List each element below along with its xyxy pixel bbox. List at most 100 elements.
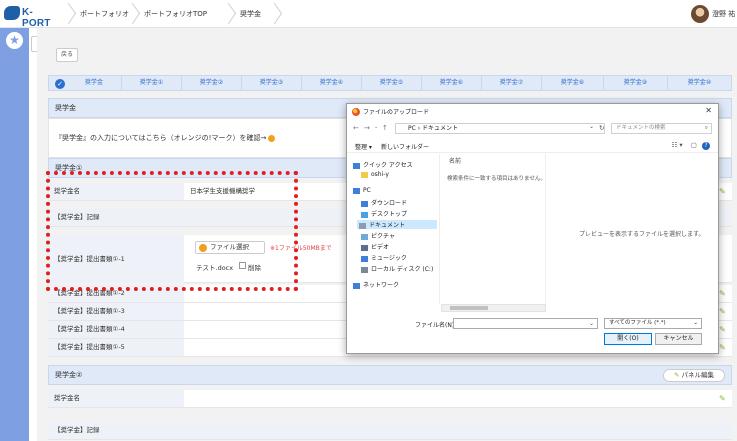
search-input[interactable]: ドキュメントの検索 ⌕ — [611, 123, 712, 134]
help-icon[interactable]: ? — [702, 142, 710, 150]
user-menu[interactable]: 澄野 祐 — [691, 5, 735, 23]
pictures-icon — [361, 233, 368, 240]
field-label: 【奨学金】提出書類①-3 — [48, 303, 184, 320]
view-options-icon[interactable]: ☷ ▾ — [672, 141, 683, 149]
video-icon — [361, 244, 368, 251]
address-bar[interactable]: PC › ドキュメント — [395, 123, 605, 134]
up-arrow-icon[interactable]: ↑ — [382, 124, 388, 132]
pencil-icon[interactable]: ✎ — [719, 187, 728, 196]
music-icon — [361, 255, 368, 262]
breadcrumb-separator-icon — [126, 4, 136, 24]
nav-item-pc[interactable]: PC — [353, 187, 371, 194]
orange-info-icon[interactable] — [268, 134, 276, 142]
search-icon: ⌕ — [704, 125, 708, 131]
row-scholarship-name-2: 奨学金名 ✎ — [48, 390, 732, 408]
file-upload-dialog: ファイルのアップロード ✕ ← → ⌄ ↑ PC › ドキュメント ⌄ ↻ ドキ… — [346, 103, 719, 354]
top-header: K-PORT ポートフォリオ ポートフォリオTOP 奨学金 澄野 祐 — [0, 0, 737, 29]
new-folder-button[interactable]: 新しいフォルダー — [381, 142, 429, 151]
tab-scholarship-1[interactable]: 奨学金① — [121, 76, 181, 90]
organize-button[interactable]: 整理 ▾ — [355, 142, 372, 151]
star-icon[interactable]: ★ — [6, 32, 23, 49]
tab-scholarship-8[interactable]: 奨学金⑧ — [541, 76, 603, 90]
scholarship-tabs: ✓ 奨学金 奨学金① 奨学金② 奨学金③ 奨学金④ 奨学金⑤ 奨学金⑥ 奨学金⑦… — [48, 75, 732, 91]
nav-label: ピクチャ — [371, 233, 395, 240]
kport-logo[interactable]: K-PORT — [4, 5, 56, 29]
field-label: 【奨学金】提出書類①-4 — [48, 321, 184, 338]
pencil-icon[interactable]: ✎ — [719, 325, 728, 334]
nav-item-network[interactable]: ネットワーク — [353, 280, 399, 289]
pencil-icon[interactable]: ✎ — [719, 307, 728, 316]
open-button[interactable]: 開く(O) — [604, 333, 652, 345]
section-header-scholarship-2: 奨学金② ✎ パネル編集 — [48, 365, 732, 385]
tab-scholarship-4[interactable]: 奨学金④ — [301, 76, 361, 90]
left-sidebar: ★ — [0, 28, 29, 441]
back-arrow-icon[interactable]: ← — [353, 124, 359, 132]
nav-item-music[interactable]: ミュージック — [361, 253, 407, 262]
preview-message: プレビューを表示するファイルを選択します。 — [579, 231, 705, 238]
nav-item-documents[interactable]: ドキュメント — [357, 220, 437, 229]
scrollbar-thumb[interactable] — [450, 306, 488, 310]
column-header-name[interactable]: 名前 — [449, 156, 461, 165]
forward-arrow-icon[interactable]: → — [364, 124, 370, 132]
nav-item-desktop[interactable]: デスクトップ — [361, 209, 407, 218]
nav-label: ドキュメント — [369, 222, 406, 229]
nav-label: ミュージック — [371, 255, 407, 262]
firefox-icon — [352, 108, 360, 116]
desktop-icon — [361, 211, 368, 218]
network-icon — [353, 282, 360, 289]
chevron-down-icon: ⌄ — [693, 320, 698, 326]
horizontal-scrollbar[interactable] — [441, 304, 546, 312]
pencil-icon[interactable]: ✎ — [719, 289, 728, 298]
tab-scholarship-3[interactable]: 奨学金③ — [241, 76, 301, 90]
tab-scholarship-2[interactable]: 奨学金② — [181, 76, 241, 90]
nav-item-videos[interactable]: ビデオ — [361, 242, 389, 251]
tab-scholarship-10[interactable]: 奨学金⑩ — [667, 76, 731, 90]
tab-scholarship-6[interactable]: 奨学金⑥ — [421, 76, 481, 90]
nav-label: oshi-y — [371, 171, 389, 178]
tab-scholarship-5[interactable]: 奨学金⑤ — [361, 76, 421, 90]
chevron-down-icon[interactable]: ⌄ — [589, 123, 594, 130]
panel-edit-label: パネル編集 — [681, 371, 715, 379]
back-button[interactable]: 戻る — [56, 48, 78, 62]
dialog-titlebar: ファイルのアップロード ✕ — [347, 104, 718, 120]
filetype-select[interactable]: すべてのファイル (*.*) ⌄ — [604, 318, 702, 329]
tab-scholarship-9[interactable]: 奨学金⑨ — [603, 76, 667, 90]
star-icon — [353, 162, 360, 169]
dialog-command-bar: 整理 ▾ 新しいフォルダー ☷ ▾ ▢ ? — [347, 139, 718, 153]
nav-label: クイック アクセス — [363, 162, 413, 169]
tab-scholarship[interactable]: 奨学金 — [71, 76, 117, 90]
pencil-icon[interactable]: ✎ — [719, 394, 728, 403]
dialog-navbar: ← → ⌄ ↑ PC › ドキュメント ⌄ ↻ ドキュメントの検索 ⌕ — [347, 121, 718, 137]
nav-label: ローカル ディスク (C:) — [371, 266, 434, 273]
breadcrumb-portfolio[interactable]: ポートフォリオ — [80, 6, 129, 22]
nav-item-local-disk[interactable]: ローカル ディスク (C:) — [361, 264, 433, 273]
dialog-title: ファイルのアップロード — [363, 109, 430, 116]
cancel-button[interactable]: キャンセル — [655, 333, 702, 345]
breadcrumb-portfolio-top[interactable]: ポートフォリオTOP — [144, 6, 207, 22]
nav-label: ダウンロード — [371, 200, 408, 207]
tab-scholarship-7[interactable]: 奨学金⑦ — [481, 76, 541, 90]
preview-pane-icon[interactable]: ▢ — [691, 141, 697, 149]
logo-mark-icon — [4, 6, 20, 20]
file-list-pane: 名前 検索条件に一致する項目はありません。 — [441, 154, 546, 304]
panel-edit-button[interactable]: ✎ パネル編集 — [663, 369, 725, 382]
nav-label: デスクトップ — [371, 211, 408, 218]
chevron-down-icon[interactable]: ⌄ — [589, 320, 594, 327]
breadcrumb-separator-icon — [62, 4, 72, 24]
breadcrumb-scholarship[interactable]: 奨学金 — [240, 6, 261, 22]
nav-item-quick-access[interactable]: クイック アクセス — [353, 160, 413, 169]
nav-item-pictures[interactable]: ピクチャ — [361, 231, 395, 240]
input-notice: 『奨学金』の入力についてはこちら（オレンジの!マーク）を確認→ — [55, 133, 276, 143]
close-icon[interactable]: ✕ — [705, 106, 712, 115]
refresh-icon[interactable]: ↻ — [599, 124, 604, 132]
chevron-down-icon[interactable]: ⌄ — [374, 124, 378, 130]
folder-icon — [361, 171, 368, 178]
field-label: 【奨学金】記録 — [48, 422, 184, 439]
filename-input[interactable]: ⌄ — [453, 318, 598, 329]
pencil-icon[interactable]: ✎ — [719, 343, 728, 352]
nav-item-oshi-y[interactable]: oshi-y — [361, 171, 389, 178]
field-label: 【奨学金】提出書類①-5 — [48, 339, 184, 356]
nav-label: ネットワーク — [363, 282, 400, 289]
nav-item-downloads[interactable]: ダウンロード — [361, 198, 407, 207]
section-title: 奨学金 — [55, 104, 76, 112]
